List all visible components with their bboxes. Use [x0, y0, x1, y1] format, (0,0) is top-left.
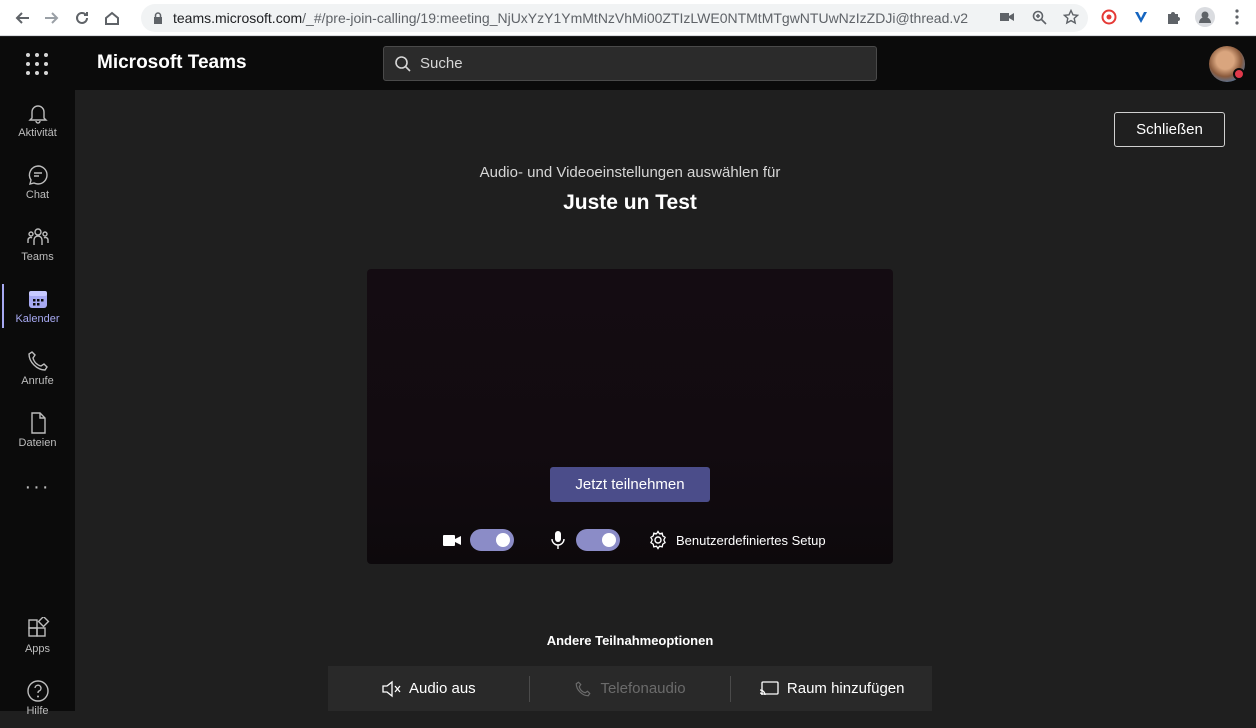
rail-item-help[interactable]: Hilfe [0, 668, 75, 728]
rail-item-label: Chat [25, 189, 50, 201]
phone-audio-option[interactable]: Telefonaudio [530, 676, 731, 702]
app-rail: Aktivität Chat Teams Kalender Anrufe Dat… [0, 90, 75, 717]
bell-icon [27, 105, 48, 124]
video-camera-icon [442, 530, 462, 550]
add-room-option[interactable]: Raum hinzufügen [731, 676, 932, 702]
profile-icon[interactable] [1194, 6, 1216, 28]
reload-button[interactable] [67, 3, 97, 33]
back-arrow-icon [15, 11, 29, 24]
rail-item-label: Apps [24, 643, 51, 655]
microphone-toggle[interactable] [576, 529, 620, 551]
rail-item-chat[interactable]: Chat [0, 152, 75, 212]
extension-v-icon[interactable] [1130, 6, 1152, 28]
home-icon [105, 11, 119, 25]
video-preview: Jetzt teilnehmen Benutzerdefiniertes Set… [367, 269, 893, 564]
browser-toolbar: teams.microsoft.com/_#/pre-join-calling/… [0, 0, 1256, 36]
settings-subtitle: Audio- und Videoeinstellungen auswählen … [479, 164, 781, 181]
option-label: Raum hinzufügen [786, 680, 905, 697]
rail-item-label: Dateien [18, 437, 57, 449]
search-icon [395, 55, 411, 72]
phone-icon [576, 680, 591, 696]
rail-item-label: Anrufe [21, 375, 54, 387]
file-icon [30, 412, 46, 434]
rail-item-apps[interactable]: Apps [0, 606, 75, 666]
zoom-icon[interactable] [1030, 8, 1048, 26]
browser-menu-icon[interactable] [1226, 6, 1248, 28]
other-join-options: Audio aus Telefonaudio Raum hinzufügen [328, 666, 932, 711]
audio-off-option[interactable]: Audio aus [328, 676, 529, 702]
url-host: teams.microsoft.com [173, 10, 303, 26]
rail-item-calls[interactable]: Anrufe [0, 338, 75, 398]
meeting-title: Juste un Test [563, 191, 697, 214]
rail-item-label: Hilfe [26, 705, 49, 717]
rail-item-label: Aktivität [18, 127, 57, 139]
rail-item-files[interactable]: Dateien [0, 400, 75, 460]
teams-icon [26, 228, 49, 245]
presence-busy-icon [1233, 68, 1245, 80]
bookmark-star-icon[interactable] [1062, 8, 1080, 26]
other-options-title: Andere Teilnahmeoptionen [546, 633, 714, 648]
rail-item-label: Teams [21, 251, 54, 263]
url-text: teams.microsoft.com/_#/pre-join-calling/… [173, 10, 968, 26]
url-path: /_#/pre-join-calling/19:meeting_NjUxYzY1… [302, 10, 969, 26]
camera-permission-icon[interactable] [998, 8, 1016, 26]
address-bar[interactable]: teams.microsoft.com/_#/pre-join-calling/… [141, 4, 1088, 32]
forward-button[interactable] [37, 3, 67, 33]
custom-setup-label: Benutzerdefiniertes Setup [676, 532, 826, 548]
gear-icon [650, 530, 666, 550]
rail-item-teams[interactable]: Teams [0, 214, 75, 274]
apps-icon [27, 617, 49, 637]
cast-icon [759, 680, 779, 695]
more-apps-button[interactable]: ··· [0, 476, 75, 499]
search-placeholder: Suche [420, 55, 463, 72]
option-label: Audio aus [408, 680, 476, 697]
search-input[interactable]: Suche [383, 46, 877, 81]
microphone-icon [548, 530, 568, 550]
video-toggle[interactable] [470, 529, 514, 551]
teams-header: Microsoft Teams Suche [0, 37, 1256, 90]
help-icon [26, 680, 49, 702]
app-title: Microsoft Teams [97, 52, 247, 73]
back-button[interactable] [7, 3, 37, 33]
custom-setup-button[interactable]: Benutzerdefiniertes Setup [648, 530, 826, 550]
prejoin-screen: Schließen Audio- und Videoeinstellungen … [75, 90, 1256, 711]
device-controls: Benutzerdefiniertes Setup [442, 527, 826, 553]
rail-item-label: Kalender [15, 313, 60, 325]
rail-item-activity[interactable]: Aktivität [0, 90, 75, 150]
extensions-puzzle-icon[interactable] [1162, 6, 1184, 28]
forward-arrow-icon [45, 11, 59, 24]
calendar-icon [28, 291, 47, 308]
option-label: Telefonaudio [600, 680, 686, 697]
chat-icon [28, 165, 48, 185]
speaker-off-icon [382, 680, 401, 697]
reload-icon [76, 11, 88, 24]
app-launcher-icon[interactable] [24, 51, 50, 77]
join-now-button[interactable]: Jetzt teilnehmen [550, 467, 710, 502]
lock-icon [154, 12, 162, 24]
close-button[interactable]: Schließen [1114, 112, 1225, 147]
rail-item-calendar[interactable]: Kalender [0, 276, 75, 336]
phone-icon [27, 351, 48, 371]
extension-target-icon[interactable] [1098, 6, 1120, 28]
home-button[interactable] [97, 3, 127, 33]
